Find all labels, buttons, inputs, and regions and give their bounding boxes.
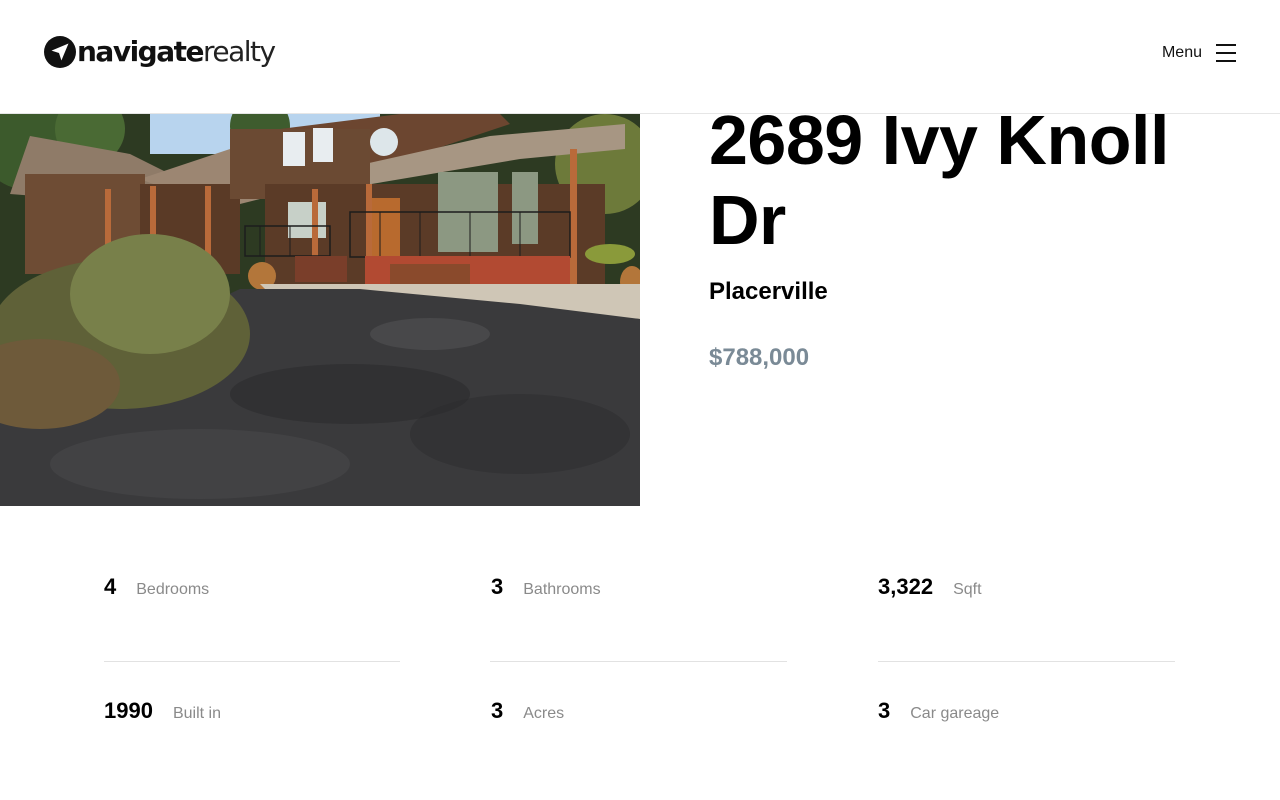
listing-address: 2689 Ivy Knoll Dr — [709, 101, 1169, 259]
brand-name-bold: navigate — [77, 35, 205, 68]
stat-acres: 3 Acres — [491, 698, 564, 724]
listing-info: 2689 Ivy Knoll Dr Placerville $788,000 — [709, 100, 1229, 372]
stat-value: 1990 — [104, 698, 153, 723]
hamburger-icon — [1216, 44, 1236, 62]
stat-bathrooms: 3 Bathrooms — [491, 574, 601, 600]
stat-value: 3 — [491, 574, 504, 599]
stat-label: Built in — [172, 705, 221, 722]
brand-name-light: realty — [203, 35, 276, 68]
stat-bedrooms: 4 Bedrooms — [104, 574, 209, 600]
stat-divider — [490, 661, 787, 662]
stat-car-garage: 3 Car gareage — [878, 698, 999, 724]
stat-built-in: 1990 Built in — [104, 698, 221, 724]
listing-price: $788,000 — [709, 344, 810, 371]
stat-label: Bathrooms — [523, 581, 601, 598]
stat-divider — [104, 661, 400, 662]
stat-label: Car gareage — [910, 705, 1000, 722]
stat-label: Bedrooms — [136, 581, 210, 598]
paper-plane-icon — [44, 36, 76, 68]
site-header: navigaterealty Menu — [0, 0, 1280, 114]
stat-value: 3 — [491, 698, 504, 723]
stat-value: 3 — [878, 698, 891, 723]
property-photo[interactable] — [0, 114, 640, 506]
brand-wordmark: navigaterealty — [77, 35, 276, 68]
stat-label: Sqft — [953, 581, 982, 598]
menu-button[interactable]: Menu — [1162, 44, 1236, 62]
stat-value: 4 — [104, 574, 117, 599]
stat-value: 3,322 — [878, 574, 934, 599]
listing-city: Placerville — [709, 278, 828, 305]
stat-sqft: 3,322 Sqft — [878, 574, 982, 600]
stat-label: Acres — [523, 705, 565, 722]
brand-logo[interactable]: navigaterealty — [44, 35, 276, 68]
stat-divider — [878, 661, 1175, 662]
menu-label: Menu — [1161, 44, 1202, 61]
